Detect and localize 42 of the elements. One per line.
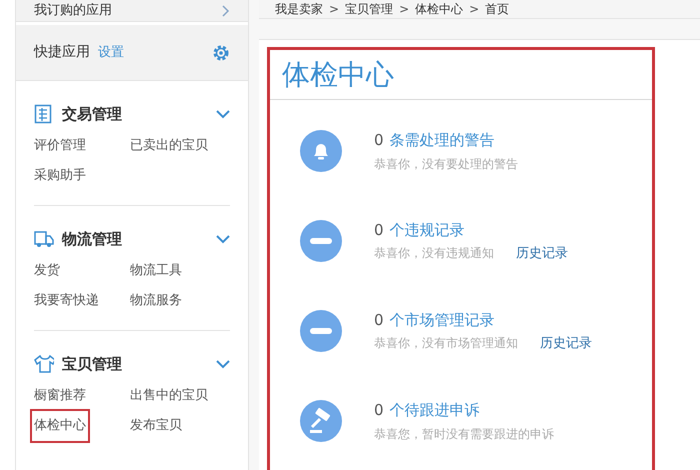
count: 0 [374, 130, 384, 152]
history-link[interactable]: 历史记录 [516, 244, 568, 264]
breadcrumb-separator: > [469, 1, 480, 18]
section-label: 快捷应用 [34, 43, 90, 62]
sidebar-link[interactable]: 出售中的宝贝 [128, 381, 210, 411]
section-title: 物流管理 [62, 228, 122, 250]
sidebar-link[interactable]: 橱窗推荐 [32, 381, 88, 411]
history-link[interactable]: 历史记录 [540, 334, 592, 354]
description: 恭喜你，没有要处理的警告 [374, 156, 518, 173]
sidebar-link[interactable]: 体检中心 [32, 411, 88, 441]
section-title: 交易管理 [62, 104, 122, 125]
settings-icon [212, 44, 230, 62]
sidebar-link[interactable]: 评价管理 [32, 131, 88, 161]
breadcrumb-separator: > [399, 1, 410, 18]
sidebar-link[interactable]: 发布宝贝 [128, 411, 184, 441]
page-title: 体检中心 [270, 50, 652, 100]
count: 0 [374, 220, 384, 240]
minus-icon [300, 310, 342, 352]
count: 0 [374, 310, 384, 330]
minus-icon [300, 220, 342, 262]
sidebar-link[interactable]: 已卖出的宝贝 [128, 131, 210, 161]
sidebar-link[interactable]: 我要寄快递 [32, 286, 101, 316]
truck-icon [34, 229, 54, 249]
breadcrumb-link[interactable]: 宝贝管理 [345, 0, 394, 18]
breadcrumb-link[interactable]: 体检中心 [415, 0, 464, 18]
count: 0 [374, 400, 384, 422]
sidebar-link[interactable]: 发货 [32, 256, 62, 286]
shirt-icon [34, 354, 54, 374]
bell-icon [300, 130, 342, 172]
chevron-right-icon [222, 4, 230, 16]
description: 恭喜你，没有市场管理通知 [374, 335, 518, 352]
ledger-icon [34, 104, 54, 124]
sidebar-link[interactable]: 采购助手 [32, 161, 88, 191]
breadcrumb-separator: > [329, 1, 340, 18]
section-title: 宝贝管理 [62, 354, 122, 375]
description: 恭喜你，没有违规通知 [374, 245, 494, 262]
breadcrumb-link[interactable]: 我是卖家 [275, 0, 323, 18]
breadcrumb-link[interactable]: 首页 [485, 0, 510, 18]
sidebar-link[interactable]: 物流服务 [128, 286, 184, 316]
description: 恭喜您，暂时没有需要跟进的申诉 [374, 426, 554, 443]
gavel-icon [300, 400, 342, 442]
sidebar-link[interactable]: 物流工具 [128, 256, 184, 286]
